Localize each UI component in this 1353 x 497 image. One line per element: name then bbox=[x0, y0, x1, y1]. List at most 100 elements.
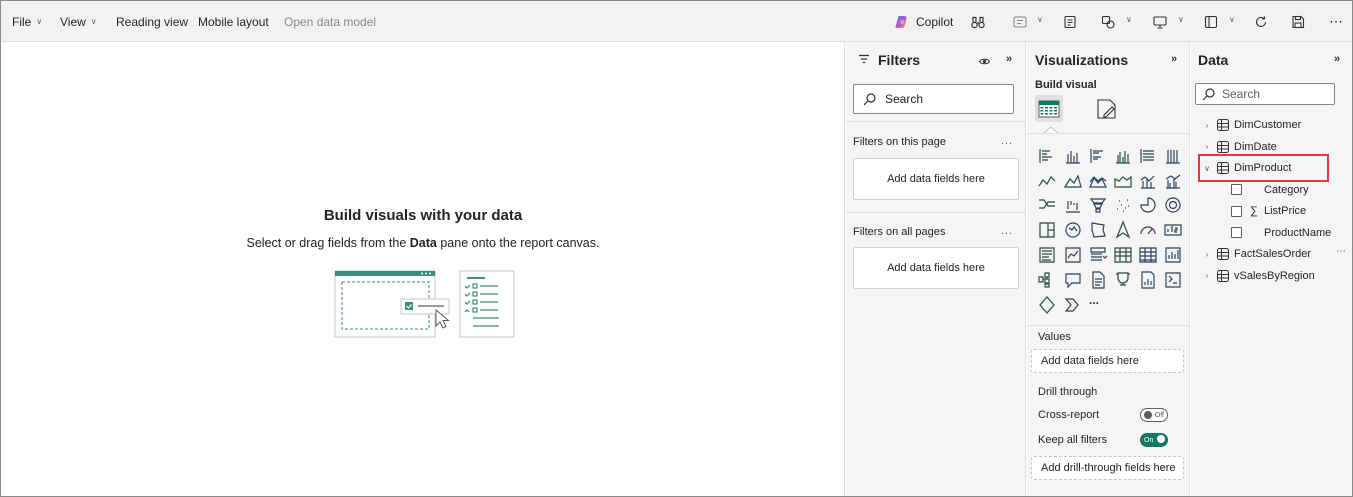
data-search-input[interactable]: Search bbox=[1195, 83, 1335, 105]
file-menu-label: File bbox=[12, 14, 32, 29]
values-drop-zone[interactable]: Add data fields here bbox=[1031, 349, 1184, 373]
drill-through-drop-zone[interactable]: Add drill-through fields here bbox=[1031, 456, 1184, 480]
kpi-icon[interactable] bbox=[1063, 245, 1083, 265]
azure-map-icon[interactable] bbox=[1113, 220, 1133, 240]
mobile-layout-button[interactable]: Mobile layout bbox=[198, 1, 269, 42]
report-canvas[interactable]: Build visuals with your data Select or d… bbox=[1, 42, 845, 496]
refresh-icon[interactable] bbox=[1252, 13, 1270, 31]
toggle-knob bbox=[1144, 411, 1152, 419]
more-visuals-icon[interactable]: ... bbox=[1089, 293, 1099, 307]
pie-chart-icon[interactable] bbox=[1138, 195, 1158, 215]
present-icon[interactable] bbox=[1151, 13, 1169, 31]
collapse-data-icon[interactable]: » bbox=[1334, 53, 1340, 65]
donut-chart-icon[interactable] bbox=[1163, 195, 1183, 215]
page-filters-drop-zone[interactable]: Add data fields here bbox=[853, 158, 1019, 200]
clustered-bar-chart-icon[interactable] bbox=[1088, 146, 1108, 166]
stacked-bar-chart-icon[interactable] bbox=[1037, 146, 1057, 166]
build-visual-tab[interactable] bbox=[1035, 95, 1063, 122]
binoculars-icon[interactable] bbox=[969, 13, 987, 31]
chevron-right-icon[interactable]: › bbox=[1201, 271, 1213, 280]
all-pages-filters-drop-zone[interactable]: Add data fields here bbox=[853, 247, 1019, 289]
table-icon bbox=[1213, 269, 1234, 282]
collapse-filters-icon[interactable]: » bbox=[1006, 53, 1012, 65]
treemap-icon[interactable] bbox=[1037, 220, 1057, 240]
filters-search-input[interactable]: Search bbox=[853, 84, 1014, 114]
field-node-category[interactable]: Category bbox=[1191, 180, 1309, 200]
collapse-visualizations-icon[interactable]: » bbox=[1171, 53, 1177, 65]
text-box-icon[interactable] bbox=[1011, 13, 1029, 31]
smart-narrative-icon[interactable] bbox=[1138, 270, 1158, 290]
power-automate-icon[interactable] bbox=[1063, 295, 1083, 315]
matrix-icon[interactable] bbox=[1138, 245, 1158, 265]
waterfall-chart-icon[interactable] bbox=[1063, 195, 1083, 215]
chevron-down-icon[interactable]: ∨ bbox=[1229, 15, 1235, 24]
100-stacked-bar-chart-icon[interactable] bbox=[1138, 146, 1158, 166]
field-checkbox[interactable] bbox=[1231, 227, 1242, 238]
r-script-visual-icon[interactable] bbox=[1163, 245, 1183, 265]
area-chart-icon[interactable] bbox=[1063, 171, 1083, 191]
eye-icon[interactable] bbox=[978, 55, 991, 69]
chevron-down-icon[interactable]: ∨ bbox=[1178, 15, 1184, 24]
cross-report-toggle[interactable]: Off bbox=[1140, 408, 1168, 422]
field-node-listprice[interactable]: ∑ ListPrice bbox=[1191, 201, 1306, 221]
table-name: FactSalesOrder bbox=[1234, 248, 1312, 260]
field-checkbox[interactable] bbox=[1231, 205, 1242, 217]
more-options-icon[interactable]: ⋯ bbox=[1336, 246, 1346, 257]
file-menu[interactable]: File ∨ bbox=[12, 1, 42, 42]
format-visual-tab[interactable] bbox=[1095, 97, 1119, 124]
more-options-icon[interactable]: ... bbox=[1001, 225, 1013, 237]
save-icon[interactable] bbox=[1289, 13, 1307, 31]
map-icon[interactable] bbox=[1063, 220, 1083, 240]
selection-highlight bbox=[1198, 154, 1329, 182]
keep-all-filters-toggle[interactable]: On bbox=[1140, 433, 1168, 447]
card-icon[interactable] bbox=[1163, 220, 1183, 240]
shapes-icon[interactable] bbox=[1099, 13, 1117, 31]
divider bbox=[1027, 133, 1190, 134]
notes-icon[interactable] bbox=[1061, 13, 1079, 31]
stacked-area-chart-icon[interactable] bbox=[1088, 171, 1108, 191]
decomposition-tree-icon[interactable] bbox=[1037, 270, 1057, 290]
qa-visual-icon[interactable] bbox=[1063, 270, 1083, 290]
funnel-chart-icon[interactable] bbox=[1088, 195, 1108, 215]
line-and-column-chart-icon[interactable] bbox=[1138, 171, 1158, 191]
key-influencers-icon[interactable] bbox=[1113, 270, 1133, 290]
clustered-column-chart-icon[interactable] bbox=[1113, 146, 1133, 166]
view-menu[interactable]: View ∨ bbox=[60, 1, 97, 42]
table-node-vsalesbyregion[interactable]: › vSalesByRegion bbox=[1191, 266, 1315, 286]
ribbon-chart-icon[interactable] bbox=[1037, 195, 1057, 215]
table-node-dimcustomer[interactable]: › DimCustomer bbox=[1191, 115, 1301, 135]
gauge-icon[interactable] bbox=[1138, 220, 1158, 240]
copilot-button[interactable]: Copilot bbox=[894, 1, 953, 42]
open-data-model-button[interactable]: Open data model bbox=[284, 1, 376, 42]
table-node-factsalesorder[interactable]: › FactSalesOrder bbox=[1191, 244, 1311, 264]
paginated-report-icon[interactable] bbox=[1088, 270, 1108, 290]
values-label: Values bbox=[1038, 331, 1071, 343]
chevron-down-icon: ∨ bbox=[36, 17, 43, 26]
field-name: ProductName bbox=[1264, 226, 1332, 239]
slicer-icon[interactable] bbox=[1088, 245, 1108, 265]
chevron-down-icon[interactable]: ∨ bbox=[1126, 15, 1132, 24]
scatter-chart-icon[interactable] bbox=[1113, 195, 1133, 215]
chevron-down-icon[interactable]: ∨ bbox=[1037, 15, 1043, 24]
reading-view-button[interactable]: Reading view bbox=[116, 1, 188, 42]
data-pane: Data » Search › DimCustomer › DimDate ∨ DimPr… bbox=[1191, 42, 1352, 496]
python-visual-icon[interactable] bbox=[1163, 270, 1183, 290]
chevron-right-icon[interactable]: › bbox=[1201, 121, 1213, 130]
multi-row-card-icon[interactable] bbox=[1037, 245, 1057, 265]
more-options-button[interactable]: ⋯ bbox=[1329, 1, 1343, 42]
100-stacked-column-chart-icon[interactable] bbox=[1163, 146, 1183, 166]
more-options-icon[interactable]: ... bbox=[1001, 135, 1013, 147]
filled-map-icon[interactable] bbox=[1088, 220, 1108, 240]
field-node-productname[interactable]: ProductName bbox=[1191, 223, 1331, 243]
table-icon[interactable] bbox=[1113, 245, 1133, 265]
chevron-right-icon[interactable]: › bbox=[1201, 142, 1213, 151]
power-apps-icon[interactable] bbox=[1037, 295, 1057, 315]
line-and-clustered-column-chart-icon[interactable] bbox=[1163, 171, 1183, 191]
field-checkbox[interactable] bbox=[1231, 184, 1242, 195]
100-stacked-area-chart-icon[interactable] bbox=[1113, 171, 1133, 191]
layout-icon[interactable] bbox=[1202, 13, 1220, 31]
visualizations-title: Visualizations bbox=[1035, 52, 1129, 68]
chevron-right-icon[interactable]: › bbox=[1201, 250, 1213, 259]
line-chart-icon[interactable] bbox=[1037, 171, 1057, 191]
stacked-column-chart-icon[interactable] bbox=[1063, 146, 1083, 166]
